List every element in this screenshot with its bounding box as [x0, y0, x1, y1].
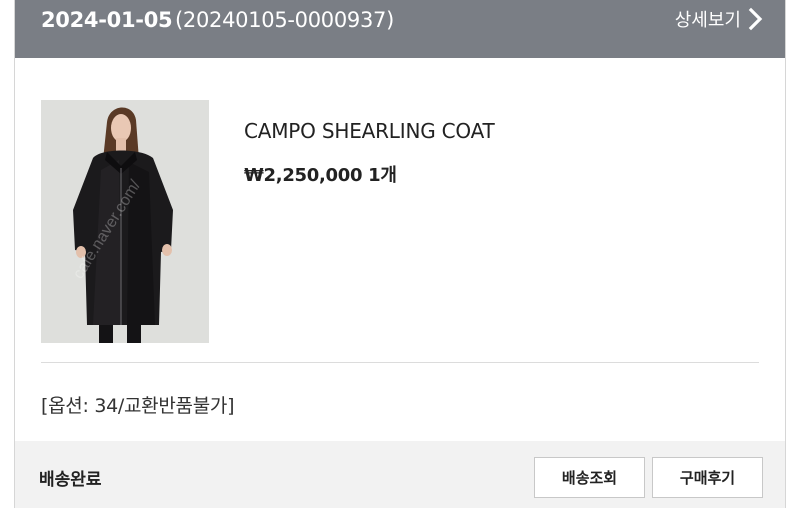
product-quantity: 1개 — [368, 165, 397, 186]
delivery-status: 배송완료 — [39, 470, 102, 490]
view-details-label: 상세보기 — [674, 10, 741, 31]
product-option: [옵션: 34/교환반품불가] — [41, 395, 235, 417]
coat-photo-icon: cafe.naver.com/ — [41, 100, 209, 343]
view-details-link[interactable]: 상세보기 — [675, 6, 765, 32]
order-footer: 배송완료 배송조회 구매후기 — [15, 441, 785, 508]
divider — [41, 362, 759, 363]
chevron-right-icon — [748, 7, 763, 31]
track-delivery-button[interactable]: 배송조회 — [534, 457, 645, 498]
write-review-button[interactable]: 구매후기 — [652, 457, 763, 498]
product-price: ₩2,250,000 — [244, 165, 363, 186]
product-name[interactable]: CAMPO SHEARLING COAT — [244, 119, 495, 143]
order-card: 2024-01-05 (20240105-0000937) 상세보기 cafe.… — [14, 0, 786, 508]
order-number: (20240105-0000937) — [175, 8, 394, 32]
product-price-line: ₩2,250,000 1개 — [244, 161, 397, 187]
order-date: 2024-01-05 — [41, 8, 173, 32]
product-image[interactable]: cafe.naver.com/ — [41, 100, 209, 343]
order-header: 2024-01-05 (20240105-0000937) 상세보기 — [15, 0, 785, 58]
